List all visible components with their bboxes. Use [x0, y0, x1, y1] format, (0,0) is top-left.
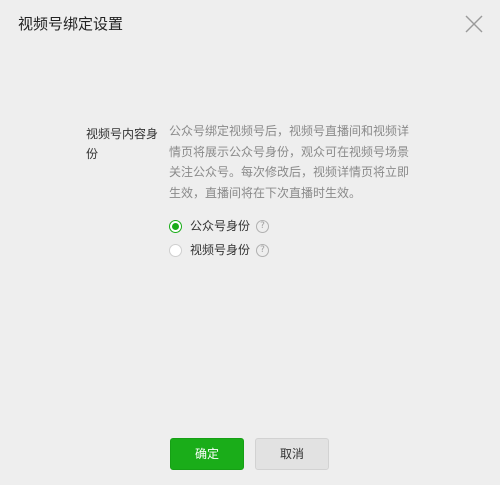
close-button[interactable]: [462, 12, 486, 36]
close-icon: [465, 15, 483, 33]
content-identity-field: 公众号绑定视频号后，视频号直播间和视频详情页将展示公众号身份，观众可在视频号场景…: [169, 121, 417, 262]
dialog-footer: 确定 取消: [0, 438, 500, 472]
confirm-button[interactable]: 确定: [170, 438, 244, 470]
content-identity-label: 视频号内容身份: [86, 127, 159, 161]
binding-settings-dialog: 视频号绑定设置 视频号内容身份 公众号绑定视频号后，视频号直播间和视频详情页将展…: [0, 0, 500, 485]
option-label: 公众号身份: [190, 219, 251, 233]
radio-official-account[interactable]: [169, 219, 182, 233]
radio-channels[interactable]: [169, 243, 182, 257]
identity-radio-group: 公众号身份 ? 视频号身份 ?: [169, 214, 417, 262]
question-mark-icon[interactable]: ?: [256, 243, 270, 257]
option-label: 视频号身份: [190, 243, 251, 257]
cancel-button[interactable]: 取消: [255, 438, 329, 470]
option-official-account[interactable]: 公众号身份 ?: [169, 214, 417, 238]
dialog-title: 视频号绑定设置: [18, 15, 124, 33]
question-mark-icon[interactable]: ?: [256, 219, 270, 233]
option-channels[interactable]: 视频号身份 ?: [169, 238, 417, 262]
field-description: 公众号绑定视频号后，视频号直播间和视频详情页将展示公众号身份，观众可在视频号场景…: [169, 124, 410, 200]
